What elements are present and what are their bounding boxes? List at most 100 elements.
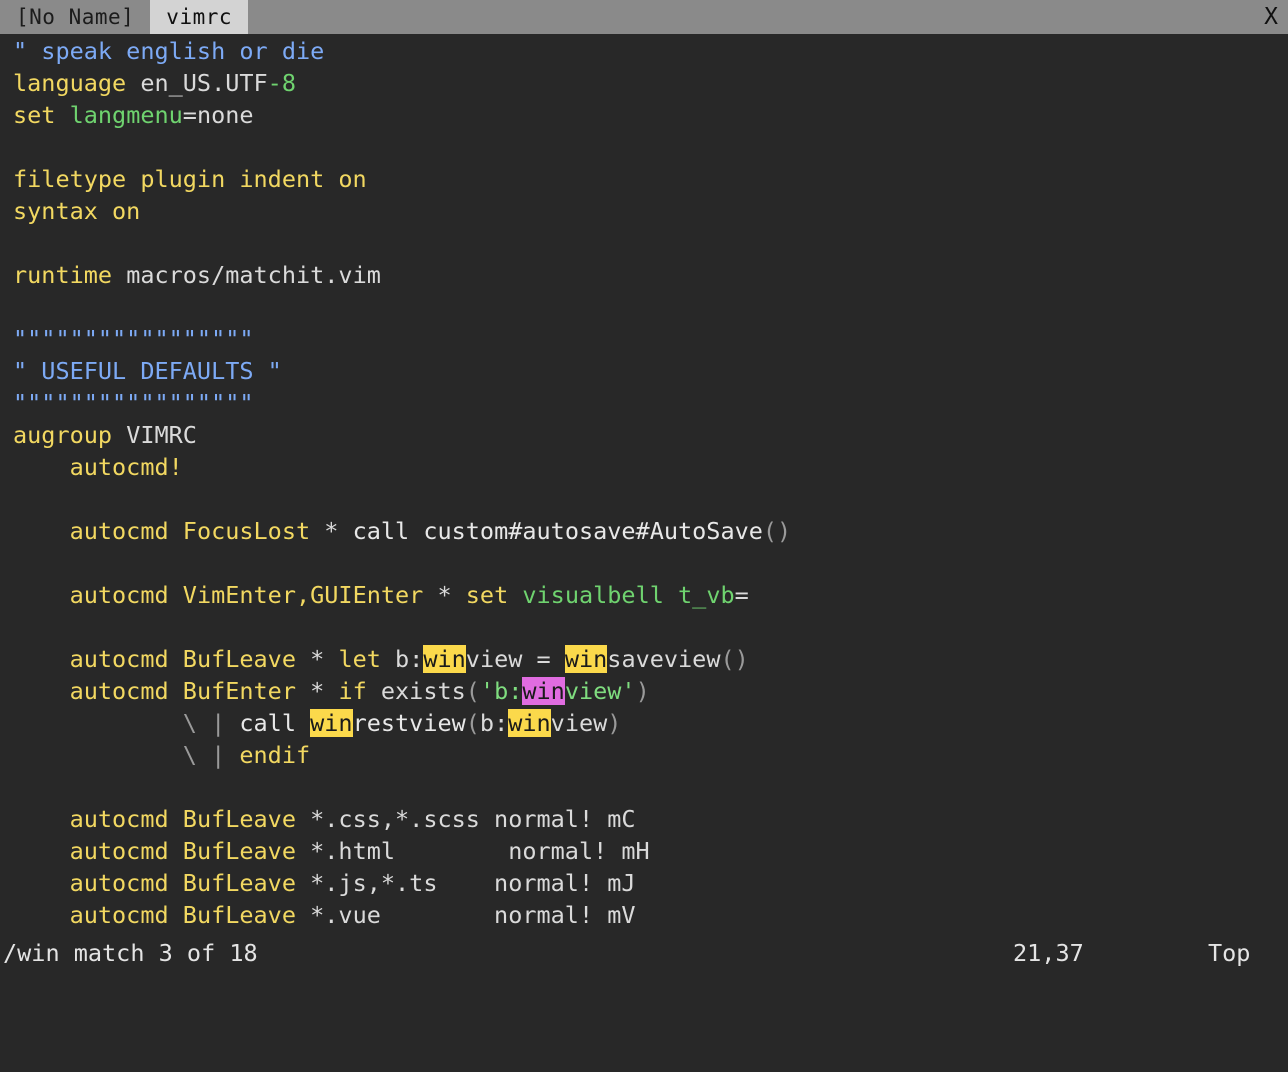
tab-vimrc[interactable]: vimrc [150, 0, 248, 34]
buffer-line [13, 483, 1288, 515]
buffer-line: autocmd BufLeave * let b:winview = winsa… [13, 643, 1288, 675]
code-token: autocmd [70, 805, 169, 833]
code-token: " speak english or die [13, 37, 324, 65]
search-match-highlight: win [310, 709, 352, 737]
buffer-line: autocmd! [13, 451, 1288, 483]
buffer-line: " speak english or die [13, 35, 1288, 67]
code-token: * [310, 517, 352, 545]
buffer-line: \ | call winrestview(b:winview) [13, 707, 1288, 739]
code-token [13, 645, 70, 673]
tabline-filler [248, 0, 1254, 34]
buffer-line [13, 131, 1288, 163]
code-token: view [551, 709, 608, 737]
code-token: BufLeave [183, 645, 296, 673]
buffer-line: runtime macros/matchit.vim [13, 259, 1288, 291]
code-token: custom#autosave#AutoSave [409, 517, 763, 545]
code-token: *.css,*.scss normal! mC [296, 805, 636, 833]
code-token: *.vue normal! mV [296, 901, 636, 929]
tab-vimrc-label: vimrc [166, 5, 232, 29]
code-token: * [296, 677, 338, 705]
code-token: BufLeave [183, 869, 296, 897]
statusline: /win match 3 of 18 21,37 Top [0, 936, 1288, 970]
editor-buffer[interactable]: " speak english or dielanguage en_US.UTF… [0, 34, 1288, 936]
code-token: en_US.UTF [126, 69, 267, 97]
tab-no-name-label: [No Name] [16, 5, 134, 29]
buffer-line: syntax on [13, 195, 1288, 227]
code-token [169, 869, 183, 897]
current-search-match: win [522, 677, 564, 705]
code-token: VIMRC [112, 421, 197, 449]
code-token: ( [466, 709, 480, 737]
code-token: BufLeave [183, 901, 296, 929]
code-token [169, 517, 183, 545]
code-token [13, 869, 70, 897]
code-token: = [735, 581, 749, 609]
code-token: saveview [607, 645, 720, 673]
code-token: """"""""""""""""" [13, 325, 254, 353]
code-token [169, 645, 183, 673]
code-token: =none [183, 101, 254, 129]
code-token: filetype plugin indent on [13, 165, 367, 193]
code-token: endif [239, 741, 310, 769]
code-token: b: [381, 645, 423, 673]
tab-no-name[interactable]: [No Name] [0, 0, 150, 34]
code-token: langmenu [70, 101, 183, 129]
code-token: 'b: [480, 677, 522, 705]
code-token: autocmd! [70, 453, 183, 481]
code-token [13, 901, 70, 929]
buffer-line: """"""""""""""""" [13, 387, 1288, 419]
code-token: augroup [13, 421, 112, 449]
buffer-line: autocmd VimEnter,GUIEnter * set visualbe… [13, 579, 1288, 611]
buffer-line: autocmd BufLeave *.css,*.scss normal! mC [13, 803, 1288, 835]
code-token: autocmd [70, 677, 169, 705]
code-token: \ | [183, 741, 240, 769]
code-token: autocmd [70, 901, 169, 929]
buffer-line [13, 771, 1288, 803]
buffer-line [13, 227, 1288, 259]
code-token: * [296, 645, 338, 673]
code-token: syntax on [13, 197, 140, 225]
code-token: autocmd [70, 869, 169, 897]
close-icon[interactable]: X [1254, 0, 1288, 34]
buffer-line: autocmd BufLeave *.html normal! mH [13, 835, 1288, 867]
code-token: b: [480, 709, 508, 737]
buffer-line [13, 611, 1288, 643]
code-token: -8 [268, 69, 296, 97]
code-token: set [13, 101, 55, 129]
code-token [13, 709, 183, 737]
buffer-line: filetype plugin indent on [13, 163, 1288, 195]
code-token [13, 581, 70, 609]
buffer-line: """"""""""""""""" [13, 323, 1288, 355]
code-token [13, 837, 70, 865]
code-token: runtime [13, 261, 112, 289]
code-token: let [338, 645, 380, 673]
code-token: () [763, 517, 791, 545]
buffer-line: augroup VIMRC [13, 419, 1288, 451]
code-token [296, 709, 310, 737]
search-match-highlight: win [565, 645, 607, 673]
code-token [55, 101, 69, 129]
buffer-line: autocmd BufEnter * if exists('b:winview'… [13, 675, 1288, 707]
code-token [169, 837, 183, 865]
ruler-position: 21,37 [1013, 936, 1084, 970]
code-token: BufEnter [183, 677, 296, 705]
code-token [508, 581, 522, 609]
buffer-line: autocmd BufLeave *.js,*.ts normal! mJ [13, 867, 1288, 899]
code-token: autocmd [70, 645, 169, 673]
code-token [169, 901, 183, 929]
code-token: *.js,*.ts normal! mJ [296, 869, 636, 897]
code-token: exists [367, 677, 466, 705]
code-token: FocusLost [183, 517, 310, 545]
code-token: set [466, 581, 508, 609]
code-token: ) [636, 677, 650, 705]
command-line-text: /win match 3 of 18 [3, 936, 258, 970]
code-token [13, 453, 70, 481]
buffer-line: autocmd BufLeave *.vue normal! mV [13, 899, 1288, 931]
buffer-line [13, 547, 1288, 579]
buffer-line: set langmenu=none [13, 99, 1288, 131]
code-token: " USEFUL DEFAULTS " [13, 357, 282, 385]
code-token: VimEnter [183, 581, 296, 609]
buffer-line: autocmd FocusLost * call custom#autosave… [13, 515, 1288, 547]
search-match-highlight: win [423, 645, 465, 673]
code-token: \ | [183, 709, 240, 737]
